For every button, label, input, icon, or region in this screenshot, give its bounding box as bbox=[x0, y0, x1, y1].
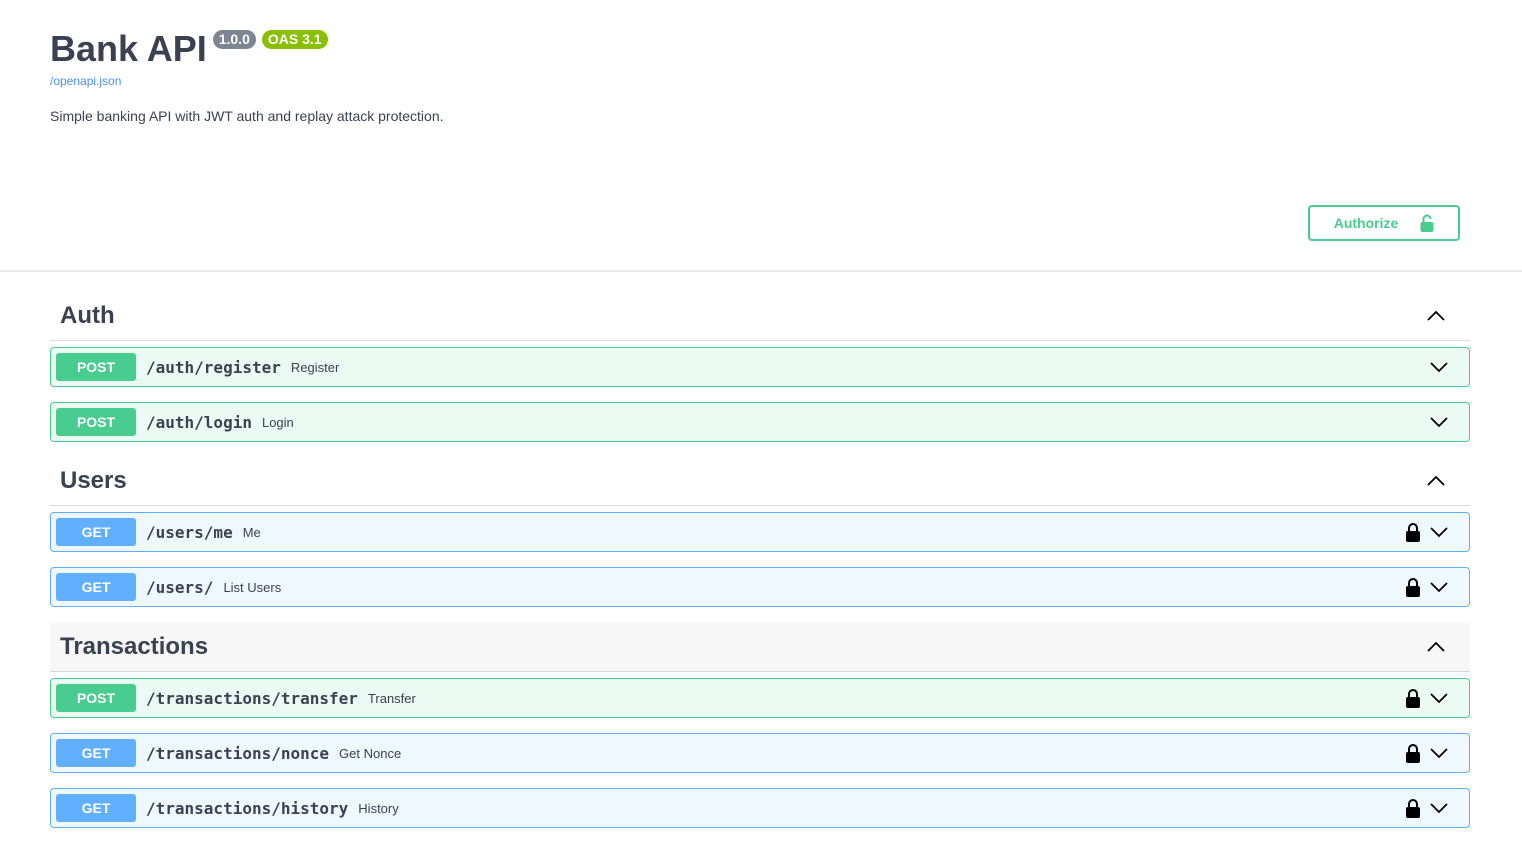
method-badge: GET bbox=[56, 573, 136, 601]
operation-get-users-list[interactable]: GET /users/ List Users bbox=[50, 567, 1470, 607]
operation-controls bbox=[1405, 522, 1449, 542]
operation-controls bbox=[1405, 688, 1449, 708]
chevron-up-icon bbox=[1427, 310, 1445, 321]
method-badge: GET bbox=[56, 739, 136, 767]
scheme-divider bbox=[0, 270, 1522, 272]
lock-open-icon bbox=[1420, 214, 1434, 232]
tag-name: Transactions bbox=[60, 632, 209, 660]
operation-controls bbox=[1429, 412, 1449, 432]
oas-version-badge: OAS 3.1 bbox=[261, 30, 328, 49]
method-badge: POST bbox=[56, 684, 136, 712]
lock-icon[interactable] bbox=[1405, 522, 1421, 542]
operation-controls bbox=[1405, 577, 1449, 597]
operation-summary: Me bbox=[242, 524, 261, 540]
operation-post-transactions-transfer[interactable]: POST /transactions/transfer Transfer bbox=[50, 678, 1470, 718]
chevron-down-icon[interactable] bbox=[1429, 577, 1449, 597]
operation-get-transactions-nonce[interactable]: GET /transactions/nonce Get Nonce bbox=[50, 733, 1470, 773]
tag-name: Auth bbox=[60, 301, 115, 329]
chevron-down-icon[interactable] bbox=[1429, 357, 1449, 377]
operation-get-transactions-history[interactable]: GET /transactions/history History bbox=[50, 788, 1470, 828]
authorize-label: Authorize bbox=[1333, 215, 1399, 231]
tag-name: Users bbox=[60, 466, 127, 494]
operation-path: /users/me bbox=[146, 522, 233, 542]
operation-controls bbox=[1429, 357, 1449, 377]
tag-header-users[interactable]: Users bbox=[50, 456, 1470, 506]
operation-summary: Login bbox=[261, 414, 294, 430]
chevron-down-icon[interactable] bbox=[1429, 743, 1449, 763]
method-badge: POST bbox=[56, 353, 136, 381]
operation-summary: History bbox=[358, 800, 399, 816]
operation-controls bbox=[1405, 798, 1449, 818]
operation-controls bbox=[1405, 743, 1449, 763]
lock-icon[interactable] bbox=[1405, 577, 1421, 597]
version-badge: 1.0.0 bbox=[212, 30, 256, 49]
method-badge: GET bbox=[56, 794, 136, 822]
operation-summary: Register bbox=[290, 359, 340, 375]
operation-path: /auth/register bbox=[146, 357, 281, 377]
chevron-down-icon[interactable] bbox=[1429, 522, 1449, 542]
operation-get-users-me[interactable]: GET /users/me Me bbox=[50, 512, 1470, 552]
chevron-down-icon[interactable] bbox=[1429, 412, 1449, 432]
method-badge: POST bbox=[56, 408, 136, 436]
chevron-down-icon[interactable] bbox=[1429, 688, 1449, 708]
method-badge: GET bbox=[56, 518, 136, 546]
operation-summary: Get Nonce bbox=[339, 745, 402, 761]
operation-path: /transactions/transfer bbox=[146, 688, 358, 708]
title-row: Bank API 1.0.0 OAS 3.1 bbox=[50, 28, 1470, 70]
openapi-spec-link[interactable]: /openapi.json bbox=[50, 74, 1470, 88]
operation-path: /users/ bbox=[146, 577, 214, 597]
authorize-button[interactable]: Authorize bbox=[1308, 205, 1460, 241]
chevron-up-icon bbox=[1427, 475, 1445, 486]
info-section: Bank API 1.0.0 OAS 3.1 /openapi.json Sim… bbox=[50, 28, 1470, 124]
api-description: Simple banking API with JWT auth and rep… bbox=[50, 108, 444, 124]
lock-icon[interactable] bbox=[1405, 688, 1421, 708]
operation-summary: List Users bbox=[223, 579, 282, 595]
tag-header-auth[interactable]: Auth bbox=[50, 291, 1470, 341]
operation-path: /auth/login bbox=[146, 412, 252, 432]
operation-path: /transactions/history bbox=[146, 798, 349, 818]
api-title: Bank API bbox=[50, 28, 207, 69]
lock-icon[interactable] bbox=[1405, 743, 1421, 763]
lock-icon[interactable] bbox=[1405, 798, 1421, 818]
operation-summary: Transfer bbox=[367, 690, 416, 706]
chevron-down-icon[interactable] bbox=[1429, 798, 1449, 818]
operation-post-auth-register[interactable]: POST /auth/register Register bbox=[50, 347, 1470, 387]
tag-header-transactions[interactable]: Transactions bbox=[50, 622, 1470, 672]
operation-post-auth-login[interactable]: POST /auth/login Login bbox=[50, 402, 1470, 442]
operation-path: /transactions/nonce bbox=[146, 743, 330, 763]
chevron-up-icon bbox=[1427, 641, 1445, 652]
